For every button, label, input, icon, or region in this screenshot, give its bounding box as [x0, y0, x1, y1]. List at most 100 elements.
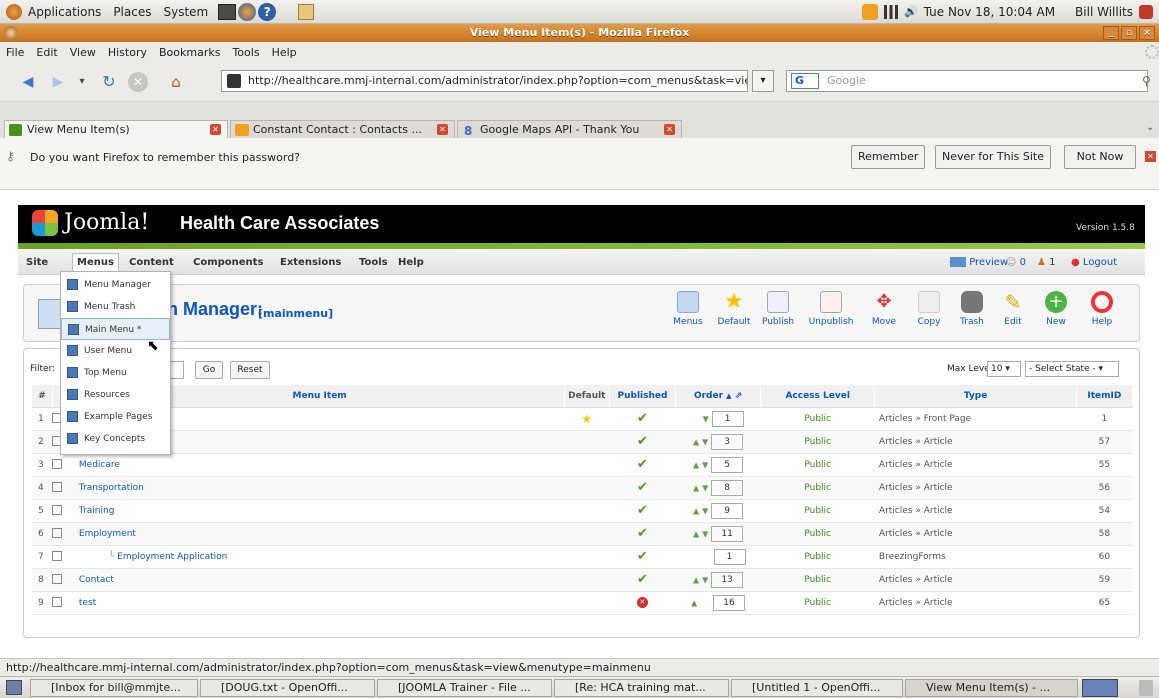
move-down-icon[interactable]: ▼: [702, 483, 708, 492]
tab-google-maps[interactable]: 8 Google Maps API - Thank You ✕: [457, 120, 682, 138]
tab-close-icon[interactable]: ✕: [210, 124, 221, 135]
move-up-icon[interactable]: ▲: [693, 437, 699, 446]
tab-view-menu-items[interactable]: View Menu Item(s) ✕: [4, 120, 228, 138]
col-itemid[interactable]: ItemID: [1076, 385, 1134, 408]
note-launcher-icon[interactable]: [298, 3, 315, 20]
menu-help[interactable]: Help: [266, 46, 303, 59]
access-level-link[interactable]: Public: [760, 430, 875, 454]
menu-item-link[interactable]: Contact: [79, 575, 114, 585]
dropdown-item-menu-manager[interactable]: Menu Manager: [61, 274, 170, 296]
move-down-icon[interactable]: ▼: [702, 506, 708, 515]
home-icon[interactable]: ⌂: [166, 72, 186, 92]
menu-history[interactable]: History: [102, 46, 153, 59]
toolbar-trash[interactable]: Trash: [950, 291, 994, 327]
menu-item-cell[interactable]: Training: [74, 499, 565, 523]
move-down-icon[interactable]: ▼: [702, 575, 708, 584]
menu-components[interactable]: Components: [193, 257, 263, 268]
max-levels-select[interactable]: 10 ▾: [987, 361, 1021, 377]
toolbar-edit[interactable]: ✎ Edit: [991, 291, 1035, 327]
shutdown-icon[interactable]: [1139, 4, 1153, 19]
move-up-icon[interactable]: ▲: [693, 575, 699, 584]
menu-item-cell[interactable]: Contact: [74, 568, 565, 592]
bookmark-star-icon[interactable]: ☆: [728, 73, 740, 88]
order-input[interactable]: 9: [711, 502, 744, 519]
access-level-link[interactable]: Public: [760, 499, 875, 523]
published-check-icon[interactable]: ✔: [637, 503, 648, 518]
forward-icon[interactable]: ▶: [48, 72, 68, 92]
row-checkbox-cell[interactable]: [52, 568, 75, 592]
dropdown-item-resources[interactable]: Resources: [61, 384, 170, 406]
foot-icon[interactable]: [6, 3, 22, 20]
move-up-icon[interactable]: ▲: [691, 598, 697, 607]
menu-item-cell[interactable]: test: [74, 591, 565, 615]
move-down-icon[interactable]: ▼: [703, 414, 709, 423]
col-access-level[interactable]: Access Level: [760, 385, 876, 408]
row-checkbox-cell[interactable]: [52, 545, 75, 569]
access-level-link[interactable]: Public: [760, 453, 875, 477]
default-cell[interactable]: ★: [564, 407, 610, 431]
published-check-icon[interactable]: ✔: [637, 411, 648, 426]
row-checkbox[interactable]: [52, 574, 63, 585]
order-input[interactable]: 1: [711, 410, 744, 427]
close-notification-icon[interactable]: ✕: [1145, 151, 1156, 162]
order-input[interactable]: 3: [711, 433, 744, 450]
order-input[interactable]: 8: [711, 479, 744, 496]
search-go-icon[interactable]: ⚲: [1142, 74, 1151, 88]
access-level-link[interactable]: Public: [760, 476, 875, 500]
row-checkbox-cell[interactable]: [52, 453, 75, 477]
menu-item-link[interactable]: Medicare: [79, 460, 120, 470]
col-type[interactable]: Type: [874, 385, 1077, 408]
col-order[interactable]: Order ▲ ⇗: [675, 385, 761, 408]
clock[interactable]: Tue Nov 18, 10:04 AM: [924, 5, 1055, 19]
system-menu[interactable]: System: [157, 5, 214, 19]
row-checkbox[interactable]: [52, 482, 63, 493]
history-dropdown-icon[interactable]: ▾: [72, 72, 92, 92]
menu-edit[interactable]: Edit: [30, 46, 63, 59]
row-checkbox[interactable]: [52, 505, 63, 516]
task-joomla-trainer[interactable]: [JOOMLA Trainer - File ...: [377, 679, 552, 697]
go-button[interactable]: Go: [195, 361, 223, 379]
row-checkbox[interactable]: [52, 528, 63, 539]
tab-list-icon[interactable]: ⌄: [1146, 122, 1154, 133]
order-input[interactable]: 1: [713, 548, 746, 565]
published-check-icon[interactable]: ✔: [637, 549, 648, 564]
tab-close-icon[interactable]: ✕: [664, 124, 675, 135]
users-count[interactable]: ♟ 1: [1037, 257, 1056, 268]
move-down-icon[interactable]: ▼: [702, 460, 708, 469]
default-cell[interactable]: [564, 545, 610, 569]
order-input[interactable]: 5: [711, 456, 744, 473]
dropdown-item-key-concepts[interactable]: Key Concepts: [61, 428, 170, 450]
window-menu-icon[interactable]: [4, 26, 18, 40]
tab-constant-contact[interactable]: Constant Contact : Contacts ... ✕: [230, 120, 455, 138]
close-window-button[interactable]: ×: [1139, 26, 1155, 40]
task-untitled-openoffice[interactable]: [Untitled 1 - OpenOffi...: [731, 679, 903, 697]
row-checkbox-cell[interactable]: [52, 522, 75, 546]
show-desktop-icon[interactable]: [6, 680, 22, 695]
never-for-site-button[interactable]: Never for This Site: [935, 145, 1052, 169]
published-check-icon[interactable]: ✔: [637, 526, 648, 541]
default-cell[interactable]: [564, 453, 610, 477]
reload-icon[interactable]: ↻: [99, 72, 119, 92]
menu-view[interactable]: View: [64, 46, 102, 59]
network-signal-icon[interactable]: [883, 4, 898, 19]
toolbar-move[interactable]: ✥ Move: [862, 291, 906, 327]
toolbar-default[interactable]: ★ Default: [712, 291, 756, 328]
default-cell[interactable]: [564, 430, 610, 454]
order-input[interactable]: 13: [711, 571, 744, 588]
move-up-icon[interactable]: ▲: [693, 529, 699, 538]
menu-item-cell[interactable]: Medicare: [74, 453, 565, 477]
published-cell[interactable]: ✔: [609, 430, 676, 454]
toolbar-new[interactable]: + New: [1034, 291, 1078, 327]
menu-help[interactable]: Help: [398, 257, 424, 268]
applications-menu[interactable]: Applications: [22, 5, 107, 19]
url-bar[interactable]: http://healthcare.mmj-internal.com/admin…: [221, 70, 748, 92]
menu-item-cell[interactable]: └ Employment Application: [74, 545, 565, 569]
dropdown-item-example-pages[interactable]: Example Pages: [61, 406, 170, 428]
reset-button[interactable]: Reset: [230, 361, 270, 379]
save-order-icon[interactable]: ⇗: [735, 391, 743, 401]
places-menu[interactable]: Places: [107, 5, 157, 19]
url-dropdown-icon[interactable]: ▾: [752, 70, 774, 92]
access-level-link[interactable]: Public: [760, 545, 875, 569]
published-cell[interactable]: ✔: [609, 476, 676, 500]
published-check-icon[interactable]: ✔: [637, 572, 648, 587]
